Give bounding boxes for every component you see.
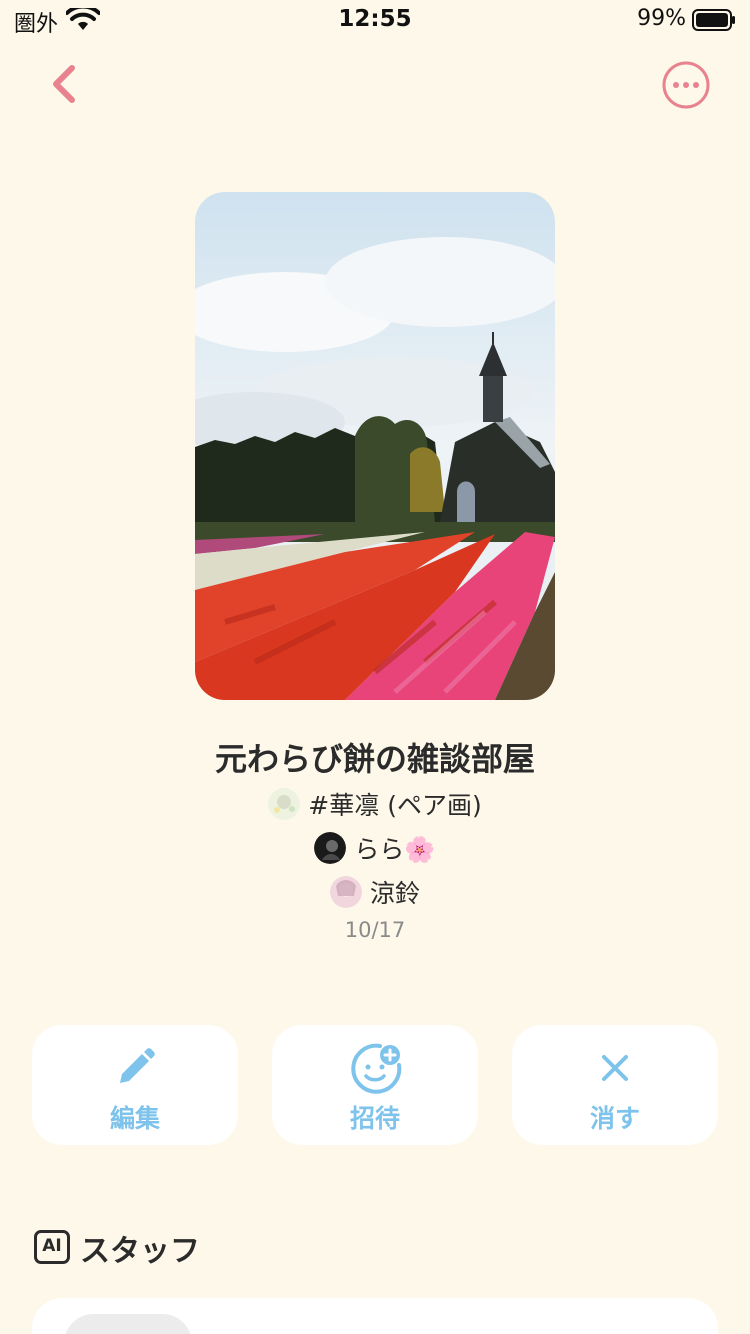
invite-label: 招待 (349, 1104, 400, 1133)
pencil-icon (120, 1048, 155, 1083)
close-icon (602, 1055, 628, 1081)
member-name: 涼鈴 (369, 879, 420, 908)
edit-button[interactable]: 編集 (32, 1025, 238, 1145)
member-avatar (329, 876, 362, 908)
chevron-left-icon[interactable] (44, 62, 84, 106)
member-row[interactable]: 涼鈴 (0, 874, 750, 910)
add-face-icon (351, 1043, 402, 1094)
more-horizontal-circle-icon[interactable] (661, 60, 711, 110)
room-tag-row[interactable]: #華凛 (ペア画) (0, 786, 750, 822)
staff-card[interactable] (32, 1298, 718, 1334)
room-date: 10/17 (344, 918, 406, 942)
battery-percent: 99% (637, 6, 686, 31)
member-row[interactable]: らら🌸 (0, 830, 750, 866)
delete-label: 消す (589, 1104, 640, 1133)
status-bar: 圏外 12:55 99% (0, 0, 750, 40)
room-tag: #華凛 (ペア画) (308, 791, 482, 820)
edit-label: 編集 (109, 1104, 160, 1133)
ai-badge-icon: AI (34, 1230, 70, 1264)
staff-avatar (64, 1314, 192, 1334)
staff-section-title: スタッフ (80, 1234, 200, 1269)
room-cover-image (195, 192, 555, 700)
battery-icon (692, 9, 735, 31)
delete-button[interactable]: 消す (512, 1025, 718, 1145)
invite-button[interactable]: 招待 (272, 1025, 478, 1145)
member-name: らら🌸 (354, 835, 436, 864)
tag-avatar (268, 788, 301, 820)
member-avatar (314, 832, 347, 864)
room-title: 元わらび餅の雑談部屋 (214, 740, 535, 778)
